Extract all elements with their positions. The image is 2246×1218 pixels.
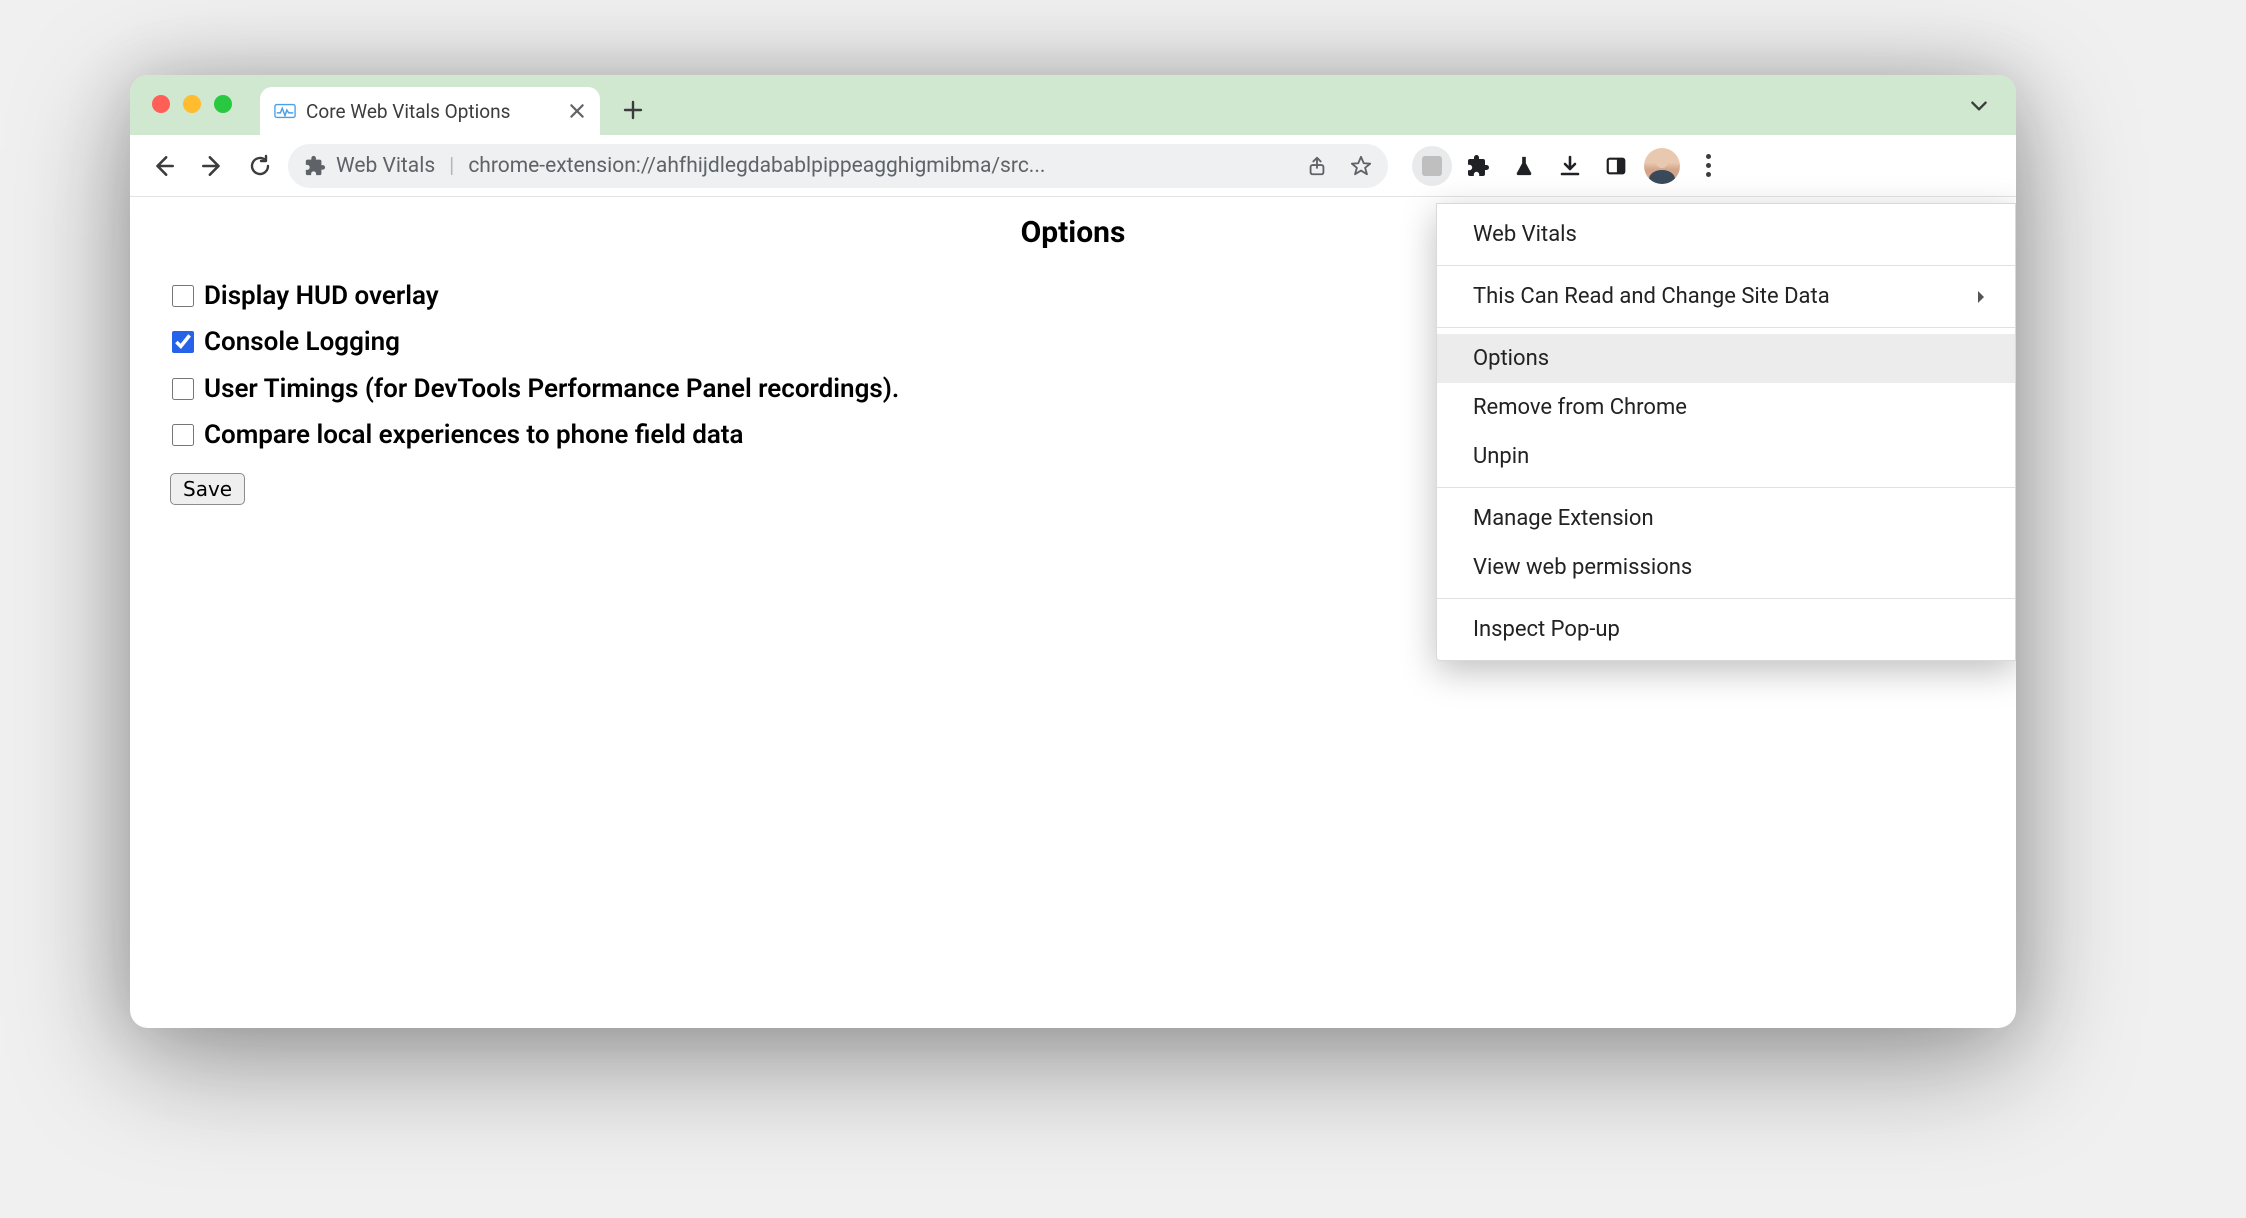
menu-group: Options Remove from Chrome Unpin xyxy=(1437,328,2015,488)
menu-item[interactable]: Web Vitals xyxy=(1437,210,2015,259)
maximize-window-button[interactable] xyxy=(214,95,232,113)
tab-list-button[interactable] xyxy=(1968,95,1990,117)
submenu-arrow-icon xyxy=(1975,290,1987,304)
vitals-favicon-icon xyxy=(274,100,296,122)
profile-avatar[interactable] xyxy=(1642,146,1682,186)
menu-item-label: Web Vitals xyxy=(1473,222,1577,247)
new-tab-button[interactable] xyxy=(612,89,654,131)
menu-item[interactable]: View web permissions xyxy=(1437,543,2015,592)
toolbar: Web Vitals | chrome-extension://ahfhijdl… xyxy=(130,135,2016,197)
bookmark-button[interactable] xyxy=(1344,149,1378,183)
downloads-button[interactable] xyxy=(1550,146,1590,186)
side-panel-button[interactable] xyxy=(1596,146,1636,186)
extension-name-chip: Web Vitals xyxy=(336,154,435,178)
toolbar-right xyxy=(1412,146,1728,186)
share-button[interactable] xyxy=(1300,149,1334,183)
reload-button[interactable] xyxy=(240,146,280,186)
forward-button[interactable] xyxy=(192,146,232,186)
option-label: Compare local experiences to phone field… xyxy=(204,415,744,455)
option-label: User Timings (for DevTools Performance P… xyxy=(204,369,899,409)
option-label: Display HUD overlay xyxy=(204,276,439,316)
extension-puzzle-icon xyxy=(304,155,326,177)
separator: | xyxy=(449,154,454,178)
menu-item-label: Remove from Chrome xyxy=(1473,395,1687,420)
menu-group: Inspect Pop-up xyxy=(1437,599,2015,660)
labs-button[interactable] xyxy=(1504,146,1544,186)
menu-item-label: Options xyxy=(1473,346,1549,371)
browser-menu-button[interactable] xyxy=(1688,146,1728,186)
option-checkbox[interactable] xyxy=(172,424,194,446)
menu-item[interactable]: Inspect Pop-up xyxy=(1437,605,2015,654)
back-button[interactable] xyxy=(144,146,184,186)
save-button[interactable]: Save xyxy=(170,473,245,505)
minimize-window-button[interactable] xyxy=(183,95,201,113)
menu-group: Manage Extension View web permissions xyxy=(1437,488,2015,599)
option-checkbox[interactable] xyxy=(172,331,194,353)
menu-item[interactable]: Manage Extension xyxy=(1437,494,2015,543)
menu-item-label: Inspect Pop-up xyxy=(1473,617,1620,642)
option-checkbox[interactable] xyxy=(172,378,194,400)
close-window-button[interactable] xyxy=(152,95,170,113)
tab-title: Core Web Vitals Options xyxy=(306,100,558,123)
tab-strip: Core Web Vitals Options xyxy=(130,75,2016,135)
menu-item[interactable]: Unpin xyxy=(1437,432,2015,481)
extensions-button[interactable] xyxy=(1458,146,1498,186)
active-extension-button[interactable] xyxy=(1412,146,1452,186)
active-tab[interactable]: Core Web Vitals Options xyxy=(260,87,600,135)
url-text: chrome-extension://ahfhijdlegdabablpippe… xyxy=(468,154,1045,178)
extension-context-menu: Web Vitals This Can Read and Change Site … xyxy=(1436,203,2016,661)
menu-item-label: View web permissions xyxy=(1473,555,1692,580)
menu-item-label: Unpin xyxy=(1473,444,1529,469)
option-label: Console Logging xyxy=(204,322,400,362)
menu-group: This Can Read and Change Site Data xyxy=(1437,266,2015,328)
menu-item[interactable]: Options xyxy=(1437,334,2015,383)
option-checkbox[interactable] xyxy=(172,285,194,307)
browser-window: Core Web Vitals Options Web Vitals | xyxy=(130,75,2016,1028)
menu-item[interactable]: Remove from Chrome xyxy=(1437,383,2015,432)
window-controls xyxy=(152,95,232,113)
close-tab-button[interactable] xyxy=(568,102,586,120)
menu-item-label: Manage Extension xyxy=(1473,506,1654,531)
menu-item[interactable]: This Can Read and Change Site Data xyxy=(1437,272,2015,321)
menu-item-label: This Can Read and Change Site Data xyxy=(1473,284,1830,309)
address-bar[interactable]: Web Vitals | chrome-extension://ahfhijdl… xyxy=(288,144,1388,188)
menu-group: Web Vitals xyxy=(1437,204,2015,266)
